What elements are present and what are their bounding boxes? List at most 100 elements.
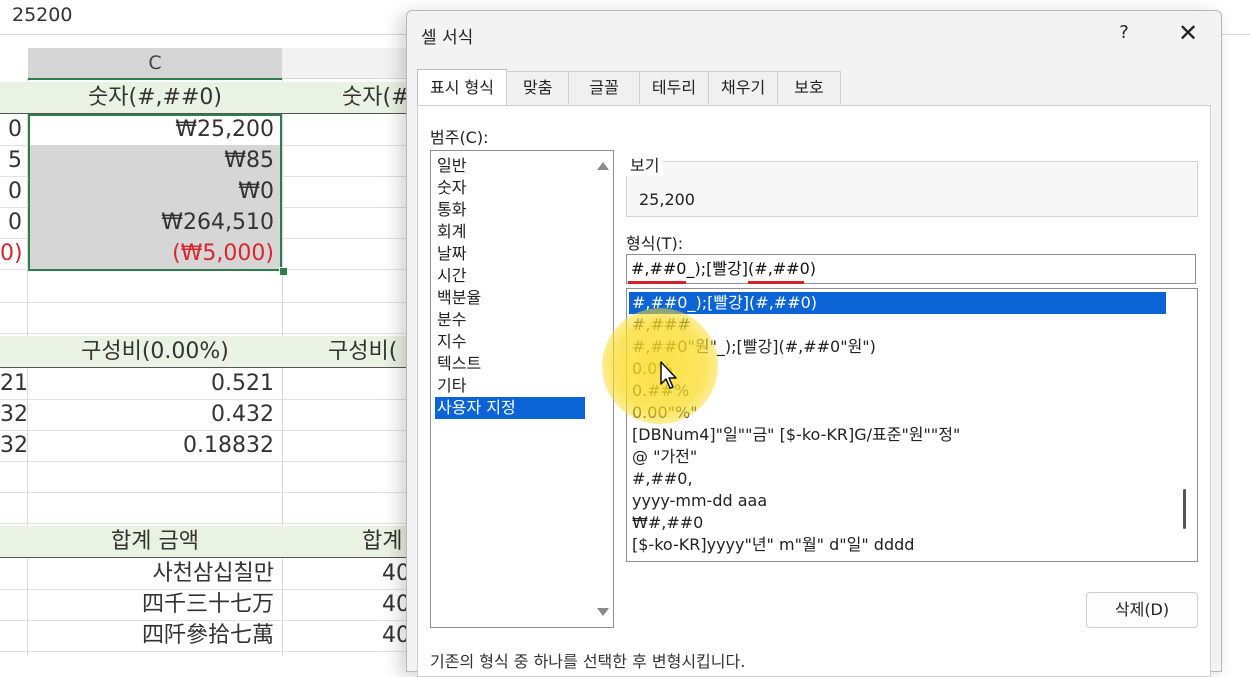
table-row: 0) (₩5,000) bbox=[0, 238, 410, 270]
cell[interactable]: 0.432 bbox=[28, 399, 282, 430]
category-item[interactable]: 백분율 bbox=[435, 287, 481, 309]
header-cell[interactable]: 숫자(# bbox=[282, 82, 422, 113]
tab-protection[interactable]: 보호 bbox=[777, 71, 841, 104]
category-item[interactable]: 일반 bbox=[435, 155, 466, 177]
sample-value: 25,200 bbox=[639, 190, 695, 209]
header-cell[interactable]: 합계 금액 bbox=[28, 526, 282, 557]
close-button[interactable]: ✕ bbox=[1171, 17, 1205, 49]
cell[interactable]: 32 bbox=[0, 430, 26, 461]
format-item[interactable]: 0.0% bbox=[629, 358, 673, 380]
tab-border[interactable]: 테두리 bbox=[638, 71, 710, 104]
format-code-input[interactable]: #,##0_);[빨강](#,##0) bbox=[626, 254, 1196, 284]
category-listbox[interactable]: 일반 숫자 통화 회계 날짜 시간 백분율 분수 지수 텍스트 기타 사용자 지… bbox=[430, 150, 614, 628]
table-row bbox=[0, 461, 410, 493]
category-item[interactable]: 기타 bbox=[435, 375, 466, 397]
category-item[interactable]: 지수 bbox=[435, 331, 466, 353]
table-header-row: 숫자(#,##0) 숫자(# bbox=[0, 82, 410, 114]
format-item[interactable]: #,### bbox=[629, 314, 691, 336]
cell[interactable]: (₩5,000) bbox=[28, 238, 282, 269]
cell[interactable]: 0 bbox=[0, 114, 26, 145]
cell[interactable]: 40 bbox=[282, 589, 412, 620]
header-cell[interactable]: 합계 bbox=[282, 526, 422, 557]
table-row: 5 ₩85 bbox=[0, 145, 410, 177]
cell[interactable]: 四阡參拾七萬 bbox=[28, 620, 282, 651]
format-item[interactable]: [$-ko-KR]yyyy"년" m"월" d"일" dddd bbox=[629, 534, 914, 556]
delete-button[interactable]: 삭제(D) bbox=[1086, 592, 1198, 628]
tab-font[interactable]: 글꼴 bbox=[568, 71, 640, 104]
dialog-tabs: 표시 형식 맞춤 글꼴 테두리 채우기 보호 bbox=[417, 69, 841, 105]
sample-label: 보기 bbox=[626, 152, 664, 176]
annotation-underline bbox=[748, 281, 804, 284]
cell[interactable]: 0 bbox=[0, 207, 26, 238]
format-label: 형식(T): bbox=[626, 234, 684, 253]
cell[interactable]: 40 bbox=[282, 558, 412, 589]
table-row: 四阡參拾七萬 40 bbox=[0, 620, 410, 652]
format-cells-dialog: 셀 서식 ? ✕ 표시 형식 맞춤 글꼴 테두리 채우기 보호 범주(C): 일… bbox=[406, 10, 1222, 677]
category-item[interactable]: 회계 bbox=[435, 221, 466, 243]
category-item[interactable]: 숫자 bbox=[435, 177, 466, 199]
cell[interactable]: 5 bbox=[0, 145, 26, 176]
cell[interactable]: 四千三十七万 bbox=[28, 589, 282, 620]
table-row: 0 ₩264,510 bbox=[0, 207, 410, 239]
category-item[interactable]: 날짜 bbox=[435, 243, 466, 265]
formula-bar-value[interactable]: 25200 bbox=[12, 4, 72, 26]
cell[interactable]: ₩85 bbox=[28, 145, 282, 176]
table-row: 32 0.432 bbox=[0, 399, 410, 431]
column-header-c[interactable]: C bbox=[28, 48, 282, 80]
cell[interactable]: ₩0 bbox=[28, 176, 282, 207]
table-row bbox=[0, 302, 410, 334]
cell[interactable]: ₩264,510 bbox=[28, 207, 282, 238]
table-row: 四千三十七万 40 bbox=[0, 589, 410, 621]
format-item[interactable]: 0.00"%" bbox=[629, 402, 698, 424]
annotation-underline bbox=[628, 281, 686, 284]
number-tab-panel: 범주(C): 일반 숫자 통화 회계 날짜 시간 백분율 분수 지수 텍스트 기… bbox=[417, 105, 1211, 677]
scroll-thumb[interactable] bbox=[1183, 489, 1186, 529]
tab-alignment[interactable]: 맞춤 bbox=[505, 71, 570, 104]
cell[interactable]: 0 bbox=[0, 176, 26, 207]
scroll-down-icon[interactable] bbox=[597, 608, 609, 616]
header-cell[interactable]: 구성비( bbox=[282, 336, 422, 367]
tab-fill[interactable]: 채우기 bbox=[708, 71, 779, 104]
category-item[interactable]: 분수 bbox=[435, 309, 466, 331]
table-header-row: 구성비(0.00%) 구성비( bbox=[0, 336, 410, 368]
format-list-scrollbar[interactable] bbox=[1171, 289, 1197, 561]
format-code-list[interactable]: #,##0_);[빨강](#,##0) #,### #,##0"원"_);[빨강… bbox=[626, 288, 1198, 562]
sample-box: 25,200 bbox=[626, 161, 1198, 217]
table-header-row: 합계 금액 합계 bbox=[0, 526, 410, 558]
table-row: 0 ₩0 bbox=[0, 176, 410, 208]
category-item[interactable]: 시간 bbox=[435, 265, 466, 287]
tab-number[interactable]: 표시 형식 bbox=[417, 69, 507, 105]
category-item-selected[interactable]: 사용자 지정 bbox=[435, 397, 585, 419]
cell[interactable]: 40 bbox=[282, 620, 412, 651]
format-item[interactable]: @ "가전" bbox=[629, 446, 697, 468]
cell[interactable]: 0) bbox=[0, 238, 26, 269]
format-item-selected[interactable]: #,##0_);[빨강](#,##0) bbox=[629, 292, 1166, 314]
category-scrollbar[interactable] bbox=[592, 152, 612, 626]
dialog-title: 셀 서식 bbox=[421, 28, 474, 48]
column-header-d[interactable] bbox=[282, 48, 412, 79]
cell[interactable]: 사천삼십칠만 bbox=[28, 558, 282, 589]
category-item[interactable]: 텍스트 bbox=[435, 353, 481, 375]
help-button[interactable]: ? bbox=[1111, 19, 1137, 47]
cell[interactable]: 0.18832 bbox=[28, 430, 282, 461]
header-cell[interactable]: 구성비(0.00%) bbox=[28, 336, 282, 367]
format-item[interactable]: yyyy-mm-dd aaa bbox=[629, 490, 767, 512]
table-row: 32 0.18832 bbox=[0, 430, 410, 462]
table-row: 사천삼십칠만 40 bbox=[0, 558, 410, 590]
category-item[interactable]: 통화 bbox=[435, 199, 466, 221]
format-item[interactable]: [DBNum4]"일""금" [$-ko-KR]G/표준"원""정" bbox=[629, 424, 960, 446]
cell[interactable]: 0.521 bbox=[28, 368, 282, 399]
header-cell[interactable]: 숫자(#,##0) bbox=[28, 82, 282, 113]
format-item[interactable]: #,##0, bbox=[629, 468, 693, 490]
cell[interactable]: 32 bbox=[0, 399, 26, 430]
hint-text: 기존의 형식 중 하나를 선택한 후 변형시킵니다. bbox=[430, 652, 746, 671]
table-row bbox=[0, 492, 410, 524]
format-item[interactable]: 0.##% bbox=[629, 380, 689, 402]
cell[interactable]: ₩25,200 bbox=[28, 114, 282, 145]
table-row bbox=[0, 271, 410, 303]
category-label: 범주(C): bbox=[430, 128, 489, 147]
format-item[interactable]: #,##0"원"_);[빨강](#,##0"원") bbox=[629, 336, 876, 358]
format-item[interactable]: ₩#,##0 bbox=[629, 512, 703, 534]
scroll-up-icon[interactable] bbox=[597, 162, 609, 170]
cell[interactable]: 21 bbox=[0, 368, 26, 399]
